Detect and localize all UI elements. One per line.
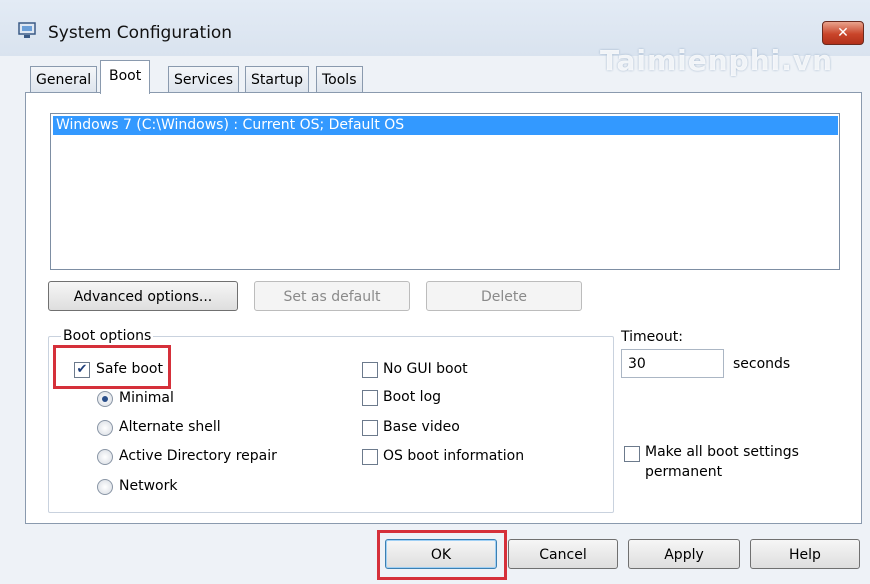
tab-label: General	[36, 72, 92, 88]
tab-startup[interactable]: Startup	[245, 66, 309, 93]
make-permanent-label-line1: Make all boot settings	[645, 444, 799, 460]
radio-network-label: Network	[119, 478, 178, 494]
radio-selected-dot	[102, 396, 108, 402]
make-permanent-label-line2: permanent	[645, 464, 723, 480]
close-icon: ✕	[837, 25, 849, 41]
os-list[interactable]: Windows 7 (C:\Windows) : Current OS; Def…	[50, 113, 840, 270]
os-list-item[interactable]: Windows 7 (C:\Windows) : Current OS; Def…	[53, 116, 838, 135]
advanced-options-button[interactable]: Advanced options...	[48, 281, 238, 311]
boot-options-label: Boot options	[61, 328, 154, 344]
os-boot-information-checkbox[interactable]	[362, 449, 378, 465]
radio-alternate-shell[interactable]	[97, 420, 113, 436]
radio-network[interactable]	[97, 479, 113, 495]
apply-button[interactable]: Apply	[628, 539, 740, 569]
ok-button-highlight	[377, 530, 507, 580]
boot-log-checkbox[interactable]	[362, 390, 378, 406]
no-gui-boot-label: No GUI boot	[383, 361, 468, 377]
boot-log-label: Boot log	[383, 389, 442, 405]
radio-active-directory-repair[interactable]	[97, 449, 113, 465]
boot-tab-panel: Windows 7 (C:\Windows) : Current OS; Def…	[25, 92, 862, 524]
tab-label: Startup	[251, 72, 303, 88]
timeout-input[interactable]: 30	[621, 349, 724, 378]
radio-minimal-label: Minimal	[119, 390, 174, 406]
base-video-label: Base video	[383, 419, 460, 435]
title-bar[interactable]: System Configuration Taimienphi.vn ✕	[0, 0, 870, 77]
tab-label: Tools	[322, 72, 357, 88]
safe-boot-highlight	[53, 345, 171, 389]
radio-active-directory-repair-label: Active Directory repair	[119, 448, 277, 464]
tab-label: Boot	[109, 68, 142, 84]
tab-general[interactable]: General	[30, 66, 98, 93]
cancel-button[interactable]: Cancel	[508, 539, 618, 569]
tab-tools[interactable]: Tools	[316, 66, 363, 93]
close-button[interactable]: ✕	[822, 21, 864, 45]
timeout-unit-label: seconds	[733, 356, 791, 372]
os-boot-information-label: OS boot information	[383, 448, 525, 464]
set-as-default-button[interactable]: Set as default	[254, 281, 410, 311]
make-permanent-checkbox[interactable]	[624, 446, 640, 462]
no-gui-boot-checkbox[interactable]	[362, 362, 378, 378]
system-configuration-icon	[18, 22, 36, 38]
delete-button[interactable]: Delete	[426, 281, 582, 311]
radio-alternate-shell-label: Alternate shell	[119, 419, 221, 435]
watermark: Taimienphi.vn	[600, 44, 834, 77]
radio-minimal[interactable]	[97, 391, 113, 407]
tab-boot[interactable]: Boot	[100, 60, 151, 94]
window-title: System Configuration	[48, 23, 233, 43]
system-configuration-window: System Configuration Taimienphi.vn ✕ Gen…	[0, 0, 870, 584]
tab-services[interactable]: Services	[168, 66, 240, 93]
base-video-checkbox[interactable]	[362, 420, 378, 436]
tab-label: Services	[174, 72, 234, 88]
help-button[interactable]: Help	[750, 539, 860, 569]
timeout-label: Timeout:	[621, 329, 683, 345]
